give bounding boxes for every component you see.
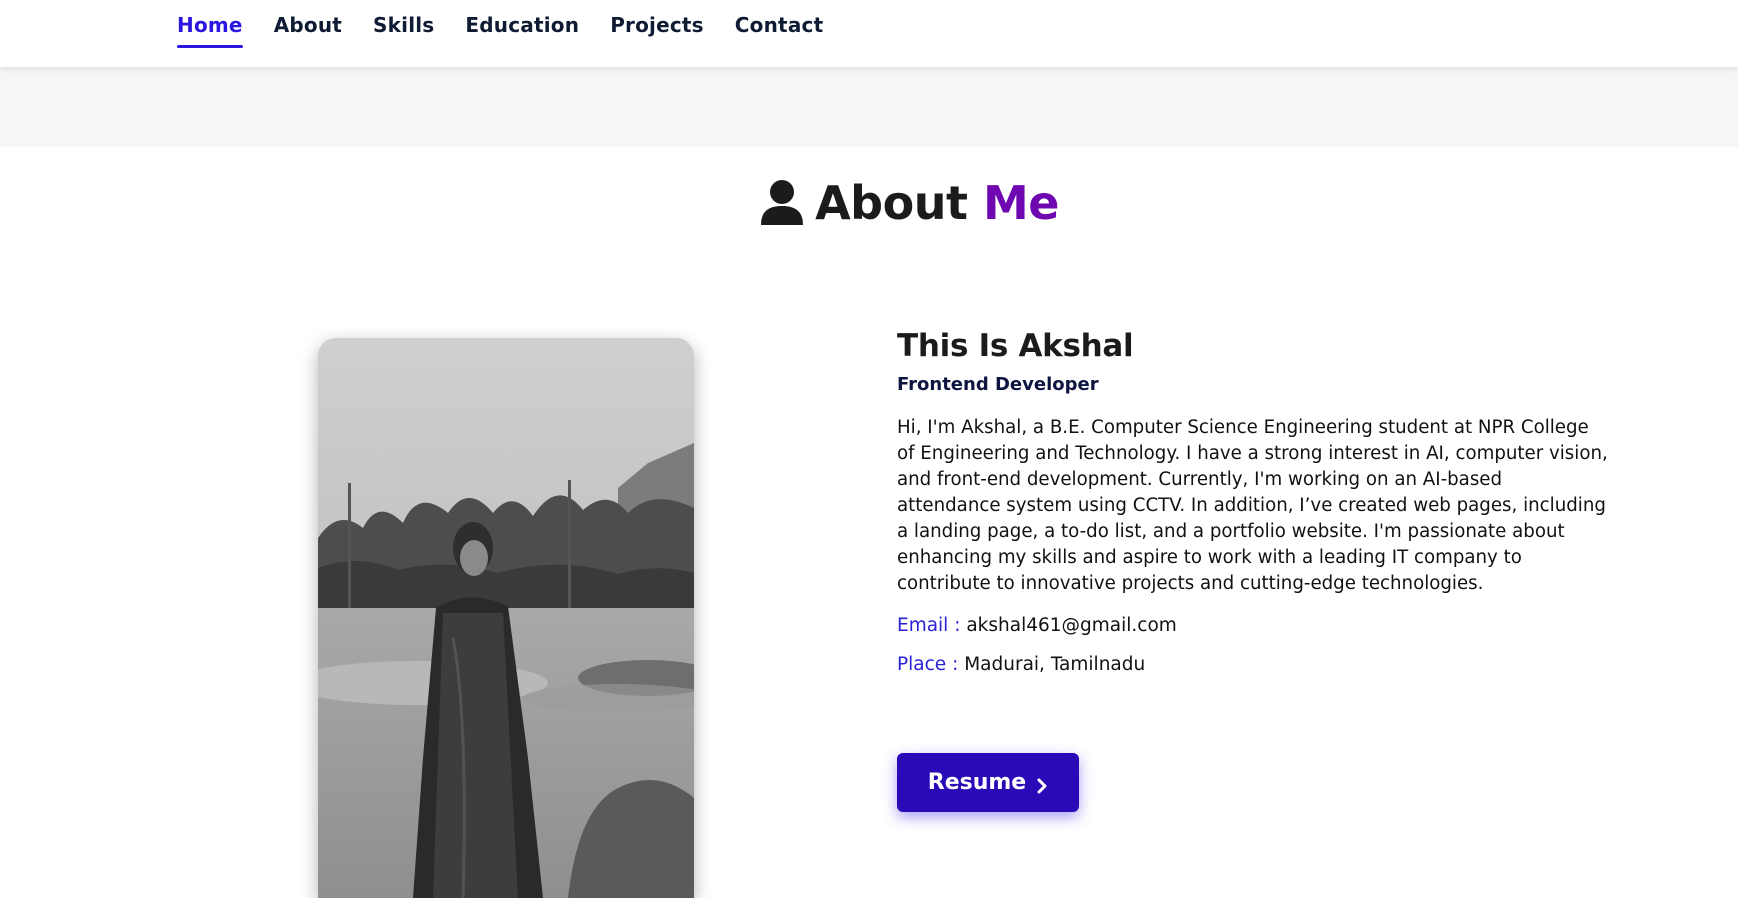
resume-button-label: Resume bbox=[927, 770, 1027, 795]
email-label: Email : bbox=[897, 615, 961, 636]
section-title: About Me bbox=[815, 176, 1059, 230]
nav-link-home[interactable]: Home bbox=[177, 0, 243, 50]
place-label: Place : bbox=[897, 654, 959, 675]
section-title-accent: Me bbox=[982, 176, 1059, 230]
section-title-main: About bbox=[815, 176, 968, 230]
about-content: This Is Akshal Frontend Developer Hi, I'… bbox=[897, 328, 1609, 675]
about-section-heading: About Me bbox=[0, 176, 1738, 230]
user-icon bbox=[759, 179, 805, 227]
nav-link-skills[interactable]: Skills bbox=[373, 0, 434, 50]
hero-bottom-band bbox=[0, 67, 1738, 147]
email-row: Email : akshal461@gmail.com bbox=[897, 615, 1609, 636]
nav-link-about[interactable]: About bbox=[274, 0, 342, 50]
nav-link-contact[interactable]: Contact bbox=[735, 0, 824, 50]
profile-bio: Hi, I'm Akshal, a B.E. Computer Science … bbox=[897, 417, 1608, 594]
resume-button[interactable]: Resume bbox=[897, 753, 1079, 812]
profile-role: Frontend Developer bbox=[897, 374, 1099, 395]
profile-photo bbox=[318, 338, 694, 898]
nav-links: Home About Skills Education Projects Con… bbox=[177, 0, 854, 67]
place-value: Madurai, Tamilnadu bbox=[964, 654, 1146, 675]
nav-link-education[interactable]: Education bbox=[465, 0, 579, 50]
profile-name-heading: This Is Akshal bbox=[897, 328, 1134, 364]
nav-link-projects[interactable]: Projects bbox=[610, 0, 704, 50]
place-row: Place : Madurai, Tamilnadu bbox=[897, 654, 1609, 675]
email-value[interactable]: akshal461@gmail.com bbox=[966, 615, 1176, 636]
heading-inner: About Me bbox=[759, 176, 1059, 230]
top-navbar: Home About Skills Education Projects Con… bbox=[0, 0, 1738, 67]
chevron-right-icon bbox=[1036, 775, 1048, 793]
